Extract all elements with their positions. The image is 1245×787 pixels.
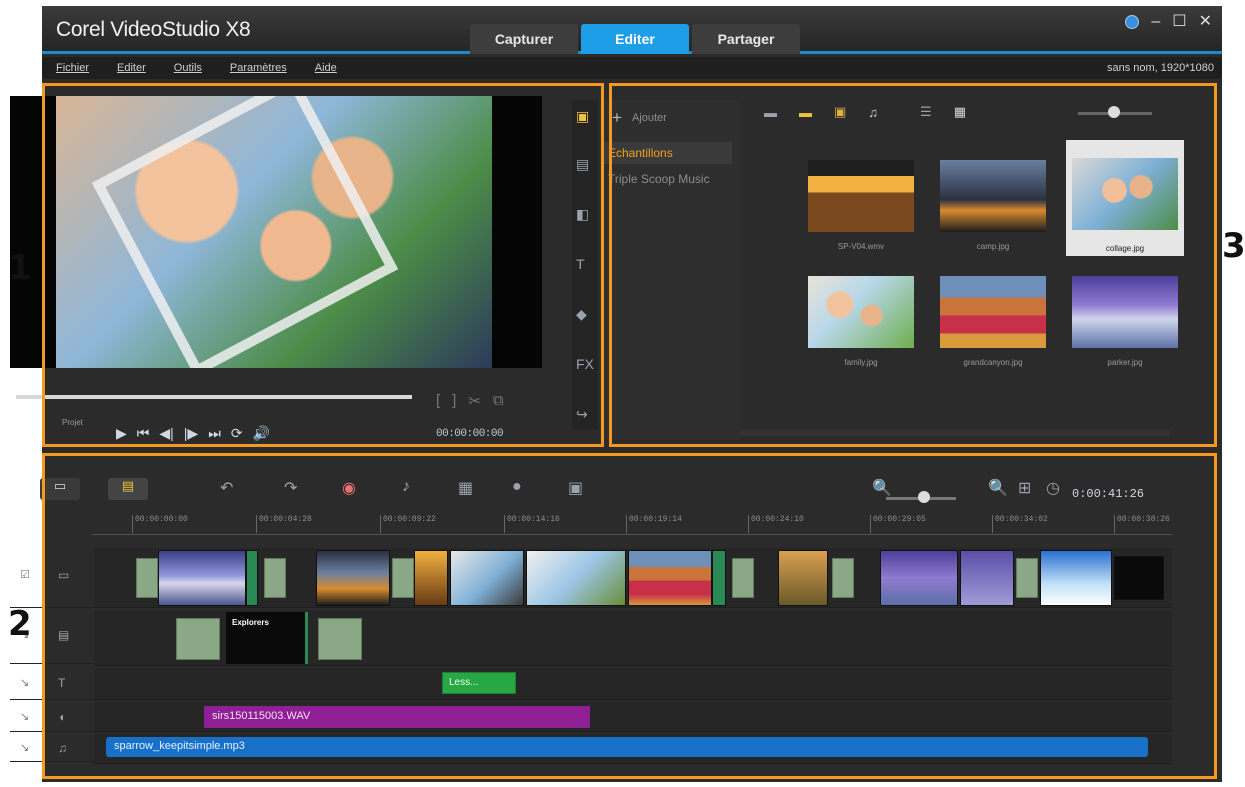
track-visibility-icon[interactable]: ↘ (20, 676, 29, 689)
player-panel-outline (42, 83, 604, 447)
title-bar: Corel VideoStudio X8 Capturer Editer Par… (42, 6, 1222, 54)
track-visibility-icon[interactable]: ☑ (20, 568, 30, 581)
tab-edit[interactable]: Editer (581, 24, 689, 54)
window-controls: – ☐ ✕ (1125, 14, 1212, 30)
track-visibility-icon[interactable]: ↘ (20, 710, 29, 723)
menu-bar: Fichier Editer Outils Paramètres Aide sa… (42, 57, 1222, 79)
close-button[interactable]: ✕ (1199, 14, 1212, 30)
maximize-button[interactable]: ☐ (1172, 14, 1186, 30)
menu-help[interactable]: Aide (315, 62, 337, 74)
track-visibility-icon[interactable]: ↘ (20, 741, 29, 754)
callout-number-player: 1 (8, 248, 32, 288)
tab-share[interactable]: Partager (692, 24, 800, 54)
project-info: sans nom, 1920*1080 (1106, 62, 1214, 74)
menu-settings[interactable]: Paramètres (230, 62, 287, 74)
menu-file[interactable]: Fichier (56, 62, 89, 74)
minimize-button[interactable]: – (1151, 14, 1160, 30)
app-title: Corel VideoStudio X8 (56, 18, 251, 41)
globe-icon[interactable] (1125, 15, 1140, 29)
callout-number-library: 3 (1222, 226, 1245, 266)
menu-tools[interactable]: Outils (174, 62, 202, 74)
callout-number-timeline: 2 (8, 604, 32, 644)
library-panel-outline (609, 83, 1217, 447)
tab-capture[interactable]: Capturer (470, 24, 578, 54)
timeline-panel-outline (42, 453, 1217, 779)
scrubber-handle-icon[interactable]: ▼ (10, 381, 23, 396)
menu-edit[interactable]: Editer (117, 62, 146, 74)
